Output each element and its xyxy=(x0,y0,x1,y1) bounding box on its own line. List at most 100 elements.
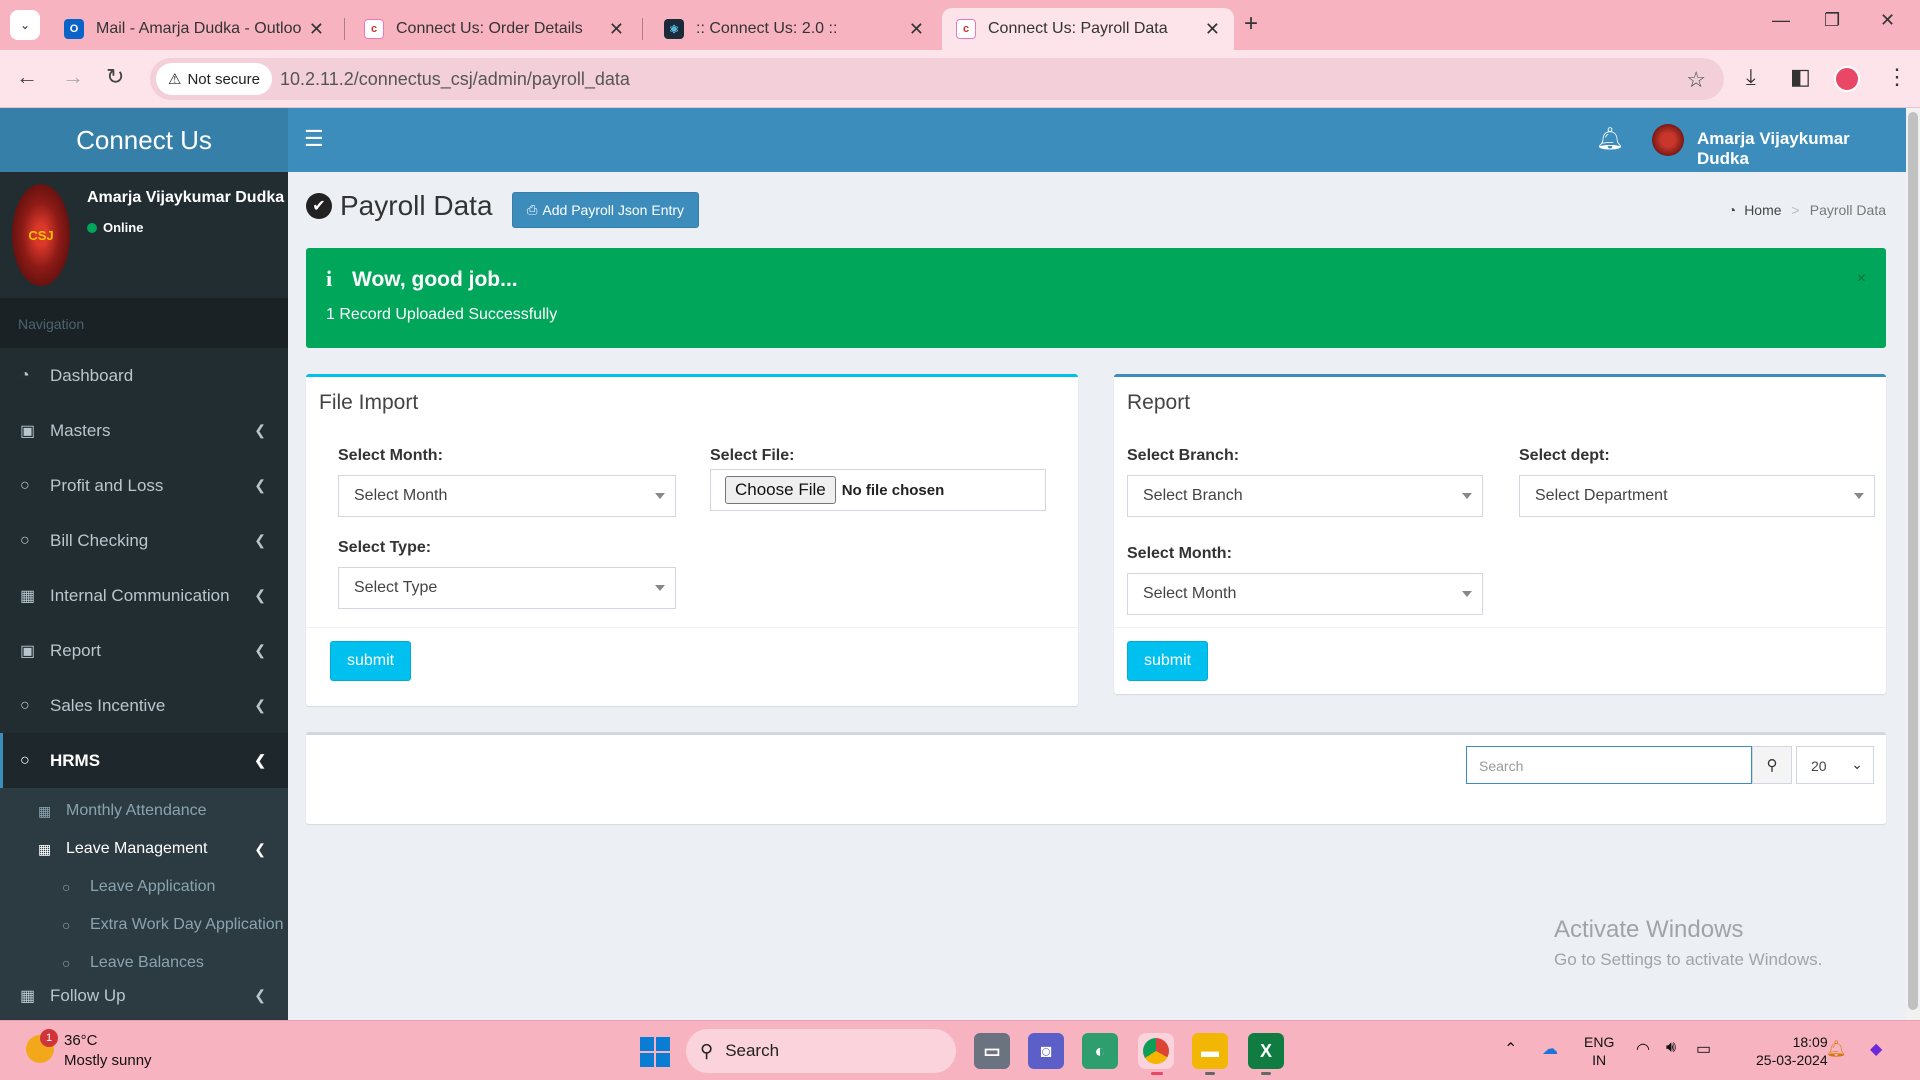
search-icon[interactable]: ⚲ xyxy=(1752,746,1792,784)
app-header: Connect Us ☰ 🔔︎ Amarja Vijaykumar Dudka xyxy=(0,108,1906,172)
minimize-icon[interactable]: — xyxy=(1772,10,1790,31)
report-month-select[interactable]: Select Month xyxy=(1127,573,1483,615)
forward-arrow-icon[interactable]: → xyxy=(62,64,84,90)
system-clock[interactable]: 18:09 25-03-2024 xyxy=(1756,1033,1828,1069)
sidebar-item-extra-work-day-application[interactable]: ○ Extra Work Day Application xyxy=(0,906,288,944)
address-bar[interactable]: ⚠ Not secure 10.2.11.2/connectus_csj/adm… xyxy=(150,58,1724,100)
taskbar-search[interactable]: ⚲ Search xyxy=(686,1029,956,1073)
sidebar-item-dashboard[interactable]: ◔ Dashboard xyxy=(0,348,288,403)
tab-search-chevron-icon[interactable]: ⌄ xyxy=(10,10,40,40)
info-icon: i xyxy=(326,266,333,291)
windows-start-icon[interactable] xyxy=(640,1037,670,1067)
choose-file-button[interactable]: Choose File xyxy=(725,476,836,504)
file-import-box: File Import Select Month: Select Month S… xyxy=(306,374,1078,706)
page-scrollbar[interactable] xyxy=(1906,108,1920,1020)
select-value: Select Type xyxy=(354,579,438,596)
security-chip[interactable]: ⚠ Not secure xyxy=(156,63,272,95)
page-size-select[interactable]: 20 ⌄ xyxy=(1796,746,1874,784)
teams-icon[interactable]: ◙ xyxy=(1028,1033,1064,1069)
tab-close-icon[interactable]: ✕ xyxy=(309,19,324,40)
user-panel: CSJ Amarja Vijaykumar Dudka Online xyxy=(0,172,288,298)
add-payroll-json-entry-button[interactable]: ⎙ Add Payroll Json Entry xyxy=(512,192,700,228)
sidebar-item-profit-and-loss[interactable]: ○ Profit and Loss ❮ xyxy=(0,458,288,513)
sidebar-item-internal-communication[interactable]: ▦ Internal Communication ❮ xyxy=(0,568,288,623)
window-close-icon[interactable]: ✕ xyxy=(1880,10,1895,31)
scrollbar-thumb[interactable] xyxy=(1908,112,1918,1010)
chevron-left-icon: ❮ xyxy=(254,532,266,548)
breadcrumb-home[interactable]: Home xyxy=(1744,202,1781,218)
notification-bell-icon[interactable]: 🔔︎ xyxy=(1596,126,1624,152)
tray-overflow-chevron-icon[interactable]: ⌃ xyxy=(1504,1039,1517,1059)
tab-close-icon[interactable]: ✕ xyxy=(909,19,924,40)
sidebar-item-bill-checking[interactable]: ○ Bill Checking ❮ xyxy=(0,513,288,568)
caret-down-icon xyxy=(1462,493,1472,499)
edge-icon[interactable]: ◐ xyxy=(1082,1033,1118,1069)
temperature[interactable]: 36°C xyxy=(64,1032,98,1049)
caret-down-icon xyxy=(1462,591,1472,597)
onedrive-icon[interactable]: ☁ xyxy=(1542,1039,1558,1059)
task-view-icon[interactable]: ▭ xyxy=(974,1033,1010,1069)
activate-windows-watermark: Activate Windows Go to Settings to activ… xyxy=(1554,916,1822,970)
success-alert: i Wow, good job... 1 Record Uploaded Suc… xyxy=(306,248,1886,348)
report-submit-button[interactable]: submit xyxy=(1127,641,1209,681)
tab-payroll-data[interactable]: c Connect Us: Payroll Data ✕ xyxy=(942,8,1234,50)
file-explorer-icon[interactable]: ▬ xyxy=(1192,1033,1228,1069)
circle-icon: ○ xyxy=(62,879,71,895)
kebab-menu-icon[interactable]: ⋮ xyxy=(1886,64,1908,90)
copilot-icon[interactable]: ◆ xyxy=(1870,1039,1882,1059)
sidebar-item-leave-application[interactable]: ○ Leave Application xyxy=(0,868,288,906)
side-panel-icon[interactable]: ◧ xyxy=(1790,64,1811,90)
sidebar-item-follow-up[interactable]: ▦ Follow Up ❮ xyxy=(0,968,288,1020)
weather-description[interactable]: Mostly sunny xyxy=(64,1052,152,1069)
tab-close-icon[interactable]: ✕ xyxy=(609,19,624,40)
new-tab-plus-icon[interactable]: + xyxy=(1244,10,1258,38)
sidebar-item-masters[interactable]: ▣ Masters ❮ xyxy=(0,403,288,458)
profile-avatar-icon[interactable] xyxy=(1834,66,1860,92)
restore-icon[interactable]: ❐ xyxy=(1824,10,1840,31)
header-avatar[interactable] xyxy=(1652,124,1684,156)
tab-order-details[interactable]: c Connect Us: Order Details ✕ xyxy=(350,8,638,50)
tab-close-icon[interactable]: ✕ xyxy=(1205,19,1220,40)
sidebar-item-label: Monthly Attendance xyxy=(66,802,207,819)
table-search-input[interactable]: Search xyxy=(1466,746,1752,784)
department-select[interactable]: Select Department xyxy=(1519,475,1875,517)
tab-divider xyxy=(642,18,643,40)
avatar-logo-text: CSJ xyxy=(28,227,54,243)
header-user-name[interactable]: Amarja Vijaykumar Dudka xyxy=(1697,129,1906,169)
sidebar-item-hrms[interactable]: ○ HRMS ❮ xyxy=(0,733,288,788)
tab-connect-us-2[interactable]: ⚛ :: Connect Us: 2.0 :: ✕ xyxy=(650,8,938,50)
back-arrow-icon[interactable]: ← xyxy=(16,64,38,90)
app-logo[interactable]: Connect Us xyxy=(0,108,288,172)
excel-icon[interactable]: X xyxy=(1248,1033,1284,1069)
url-text[interactable]: 10.2.11.2/connectus_csj/admin/payroll_da… xyxy=(280,69,630,90)
explorer-indicator xyxy=(1205,1072,1215,1075)
reload-icon[interactable]: ↻ xyxy=(106,64,124,90)
alert-close-icon[interactable]: × xyxy=(1857,270,1866,288)
caret-down-icon xyxy=(1854,493,1864,499)
file-input[interactable]: Choose File No file chosen xyxy=(710,469,1046,511)
sidebar-item-report[interactable]: ▣ Report ❮ xyxy=(0,623,288,678)
sidebar-item-monthly-attendance[interactable]: ▦ Monthly Attendance xyxy=(0,792,288,830)
battery-icon[interactable]: ▭ xyxy=(1696,1039,1711,1059)
file-import-submit-button[interactable]: submit xyxy=(330,641,412,681)
file-type-select[interactable]: Select Type xyxy=(338,567,676,609)
wifi-icon[interactable]: ◠ xyxy=(1636,1039,1650,1059)
notification-bell-icon[interactable]: 🔔︎ xyxy=(1826,1039,1846,1059)
select-value: Select Month xyxy=(354,487,448,504)
sidebar-item-sales-incentive[interactable]: ○ Sales Incentive ❮ xyxy=(0,678,288,733)
chrome-icon[interactable] xyxy=(1138,1033,1174,1069)
sidebar-item-label: Masters xyxy=(50,420,111,440)
download-icon[interactable]: ⤓ xyxy=(1746,64,1756,90)
tab-outlook-mail[interactable]: O Mail - Amarja Dudka - Outlook ✕ xyxy=(50,8,338,50)
branch-select[interactable]: Select Branch xyxy=(1127,475,1483,517)
search-icon: ⚲ xyxy=(700,1040,714,1061)
sidebar-item-label: Leave Application xyxy=(90,878,216,895)
bookmark-star-icon[interactable]: ☆ xyxy=(1686,67,1706,93)
volume-icon[interactable]: 🔊︎ xyxy=(1666,1039,1676,1057)
sidebar-toggle-icon[interactable]: ☰ xyxy=(304,126,324,152)
select-value: Select Branch xyxy=(1143,487,1243,504)
file-month-select[interactable]: Select Month xyxy=(338,475,676,517)
sidebar-item-leave-management[interactable]: ▦ Leave Management ❮ xyxy=(0,830,288,868)
print-icon: ⎙ xyxy=(527,202,538,217)
language-indicator[interactable]: ENG IN xyxy=(1584,1033,1614,1069)
